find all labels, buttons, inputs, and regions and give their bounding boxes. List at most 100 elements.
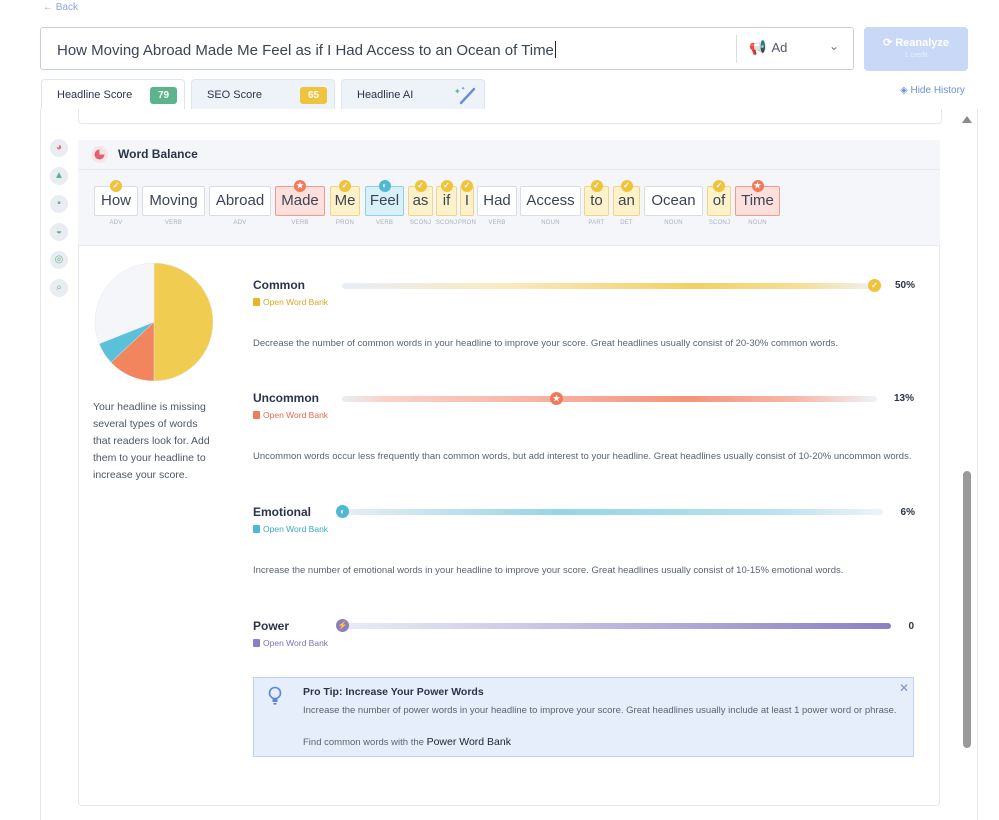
previous-card-edge: [78, 109, 942, 124]
scroll-up-arrow[interactable]: [962, 116, 972, 123]
seo-score-badge: 65: [300, 87, 327, 104]
emotional-marker-icon: ◐: [378, 180, 391, 192]
book-icon: [253, 411, 260, 419]
headline-score-badge: 79: [150, 87, 177, 104]
scrollbar-thumb[interactable]: [963, 471, 971, 748]
pos-tag: ADV: [109, 220, 123, 226]
layers-icon: ◈: [900, 85, 911, 96]
common-marker-icon: ✓: [414, 180, 427, 192]
common-progress-track: [342, 283, 882, 289]
tab-label: SEO Score: [207, 89, 263, 101]
pie-slice-common: [153, 262, 214, 382]
word-chip[interactable]: How ✓: [94, 180, 138, 216]
pos-tag: SCONJ: [435, 220, 458, 226]
word-chip[interactable]: Made ★: [275, 180, 325, 216]
power-word-bank-link[interactable]: Power Word Bank: [427, 736, 511, 748]
word-chip[interactable]: Me ✓: [330, 180, 360, 216]
common-marker-icon: ✓: [713, 180, 725, 192]
uncommon-word-bank-link[interactable]: Open Word Bank: [253, 410, 328, 420]
hide-history-label: Hide History: [910, 85, 965, 96]
word-chip[interactable]: if ✓: [436, 180, 457, 216]
close-tip-icon[interactable]: ✕: [899, 681, 909, 695]
headline-text: How Moving Abroad Made Me Feel as if I H…: [57, 41, 556, 59]
word-balance-pie-chart: [94, 262, 214, 382]
word-chip[interactable]: I ✓: [460, 180, 474, 216]
pos-tag: ADV: [233, 220, 247, 226]
word-chip[interactable]: Abroad: [209, 186, 271, 216]
emotional-progress-track: [342, 509, 883, 515]
pos-tag: NOUN: [541, 220, 560, 226]
power-word-bank-link[interactable]: Open Word Bank: [253, 638, 328, 648]
tab-headline-score[interactable]: Headline Score 79: [41, 79, 185, 109]
headline-input[interactable]: How Moving Abroad Made Me Feel as if I H…: [40, 27, 854, 70]
tab-label: Headline Score: [57, 89, 133, 101]
pos-tag: SCONJ: [708, 220, 731, 226]
svg-text:✦: ✦: [454, 87, 461, 96]
tab-seo-score[interactable]: SEO Score 65: [191, 79, 335, 109]
uncommon-star-icon: ★: [550, 392, 563, 405]
sentiment-nav-icon[interactable]: ◒: [50, 223, 68, 241]
common-marker-icon: ✓: [440, 180, 453, 192]
word-chip[interactable]: Ocean: [644, 186, 703, 216]
pos-tag: VERB: [164, 220, 183, 226]
pos-tag: DET: [620, 220, 633, 226]
shapes-nav-icon[interactable]: ▲: [50, 167, 68, 185]
pro-tip-find: Find common words with the Power Word Ba…: [303, 736, 511, 748]
word-chip[interactable]: to ✓: [584, 180, 609, 216]
uncommon-label: Uncommon: [253, 391, 319, 405]
word-chip[interactable]: of ✓: [707, 180, 731, 216]
back-link[interactable]: ← Back: [43, 2, 78, 13]
pos-tag: NOUN: [748, 220, 767, 226]
word-chip[interactable]: Access: [520, 186, 581, 216]
card-header: [78, 140, 940, 170]
section-title: Word Balance: [118, 147, 198, 161]
uncommon-marker-icon: ★: [294, 180, 306, 192]
uncommon-description: Uncommon words occur less frequently tha…: [253, 451, 912, 462]
uncommon-progress-track: [342, 396, 877, 402]
headline-type-select[interactable]: 📢 Ad ⌄: [749, 39, 839, 56]
common-marker-icon: ✓: [110, 180, 122, 192]
word-chip[interactable]: an ✓: [613, 180, 640, 216]
common-label: Common: [253, 278, 305, 292]
chevron-down-icon: ⌄: [829, 39, 840, 53]
bookmark-nav-icon[interactable]: ▪: [50, 195, 68, 213]
common-marker-icon: ✓: [339, 180, 351, 192]
divider: [736, 35, 737, 63]
svg-text:✦: ✦: [461, 86, 465, 92]
tab-headline-ai[interactable]: Headline AI ✦ ✦: [341, 79, 485, 109]
pos-tag: PART: [588, 220, 605, 226]
common-description: Decrease the number of common words in y…: [253, 338, 839, 349]
pos-tag: PRON: [335, 220, 355, 226]
word-chip[interactable]: Feel ◐: [365, 180, 404, 216]
word-chip[interactable]: as ✓: [408, 180, 433, 216]
pos-tag: VERB: [488, 220, 506, 226]
tab-label: Headline AI: [357, 89, 414, 101]
word-balance-nav-icon[interactable]: ◕: [50, 139, 68, 157]
common-word-bank-link[interactable]: Open Word Bank: [253, 297, 328, 307]
magic-wand-icon: ✦ ✦: [454, 86, 476, 105]
word-chip[interactable]: Moving: [142, 186, 205, 216]
pos-tag: PRON: [457, 220, 477, 226]
reanalyze-label: ⟳ Reanalyze: [882, 37, 950, 49]
power-progress-track: [342, 623, 891, 629]
pos-tag: VERB: [375, 220, 394, 226]
common-marker-icon: ✓: [590, 180, 603, 192]
pro-tip-text: Increase the number of power words in yo…: [303, 705, 897, 716]
uncommon-percent: 13%: [893, 393, 914, 404]
book-icon: [253, 298, 260, 306]
reanalyze-credit-note: 1 credit: [904, 52, 928, 59]
megaphone-icon: 📢: [749, 39, 767, 55]
book-icon: [253, 525, 260, 533]
book-icon: [253, 639, 260, 647]
word-chip[interactable]: Had: [477, 186, 517, 216]
word-chip[interactable]: Time ★: [735, 180, 780, 216]
lightbulb-icon: [268, 686, 282, 710]
emotional-word-bank-link[interactable]: Open Word Bank: [253, 524, 328, 534]
target-nav-icon[interactable]: ◎: [50, 251, 68, 269]
reanalyze-button[interactable]: ⟳ Reanalyze 1 credit: [864, 27, 968, 71]
hide-history-button[interactable]: ◈ Hide History: [900, 85, 965, 96]
common-marker-icon: ✓: [620, 180, 633, 192]
search-nav-icon[interactable]: ⌕: [50, 279, 68, 297]
type-select-value: Ad: [771, 40, 788, 55]
pos-tag: VERB: [291, 220, 309, 226]
